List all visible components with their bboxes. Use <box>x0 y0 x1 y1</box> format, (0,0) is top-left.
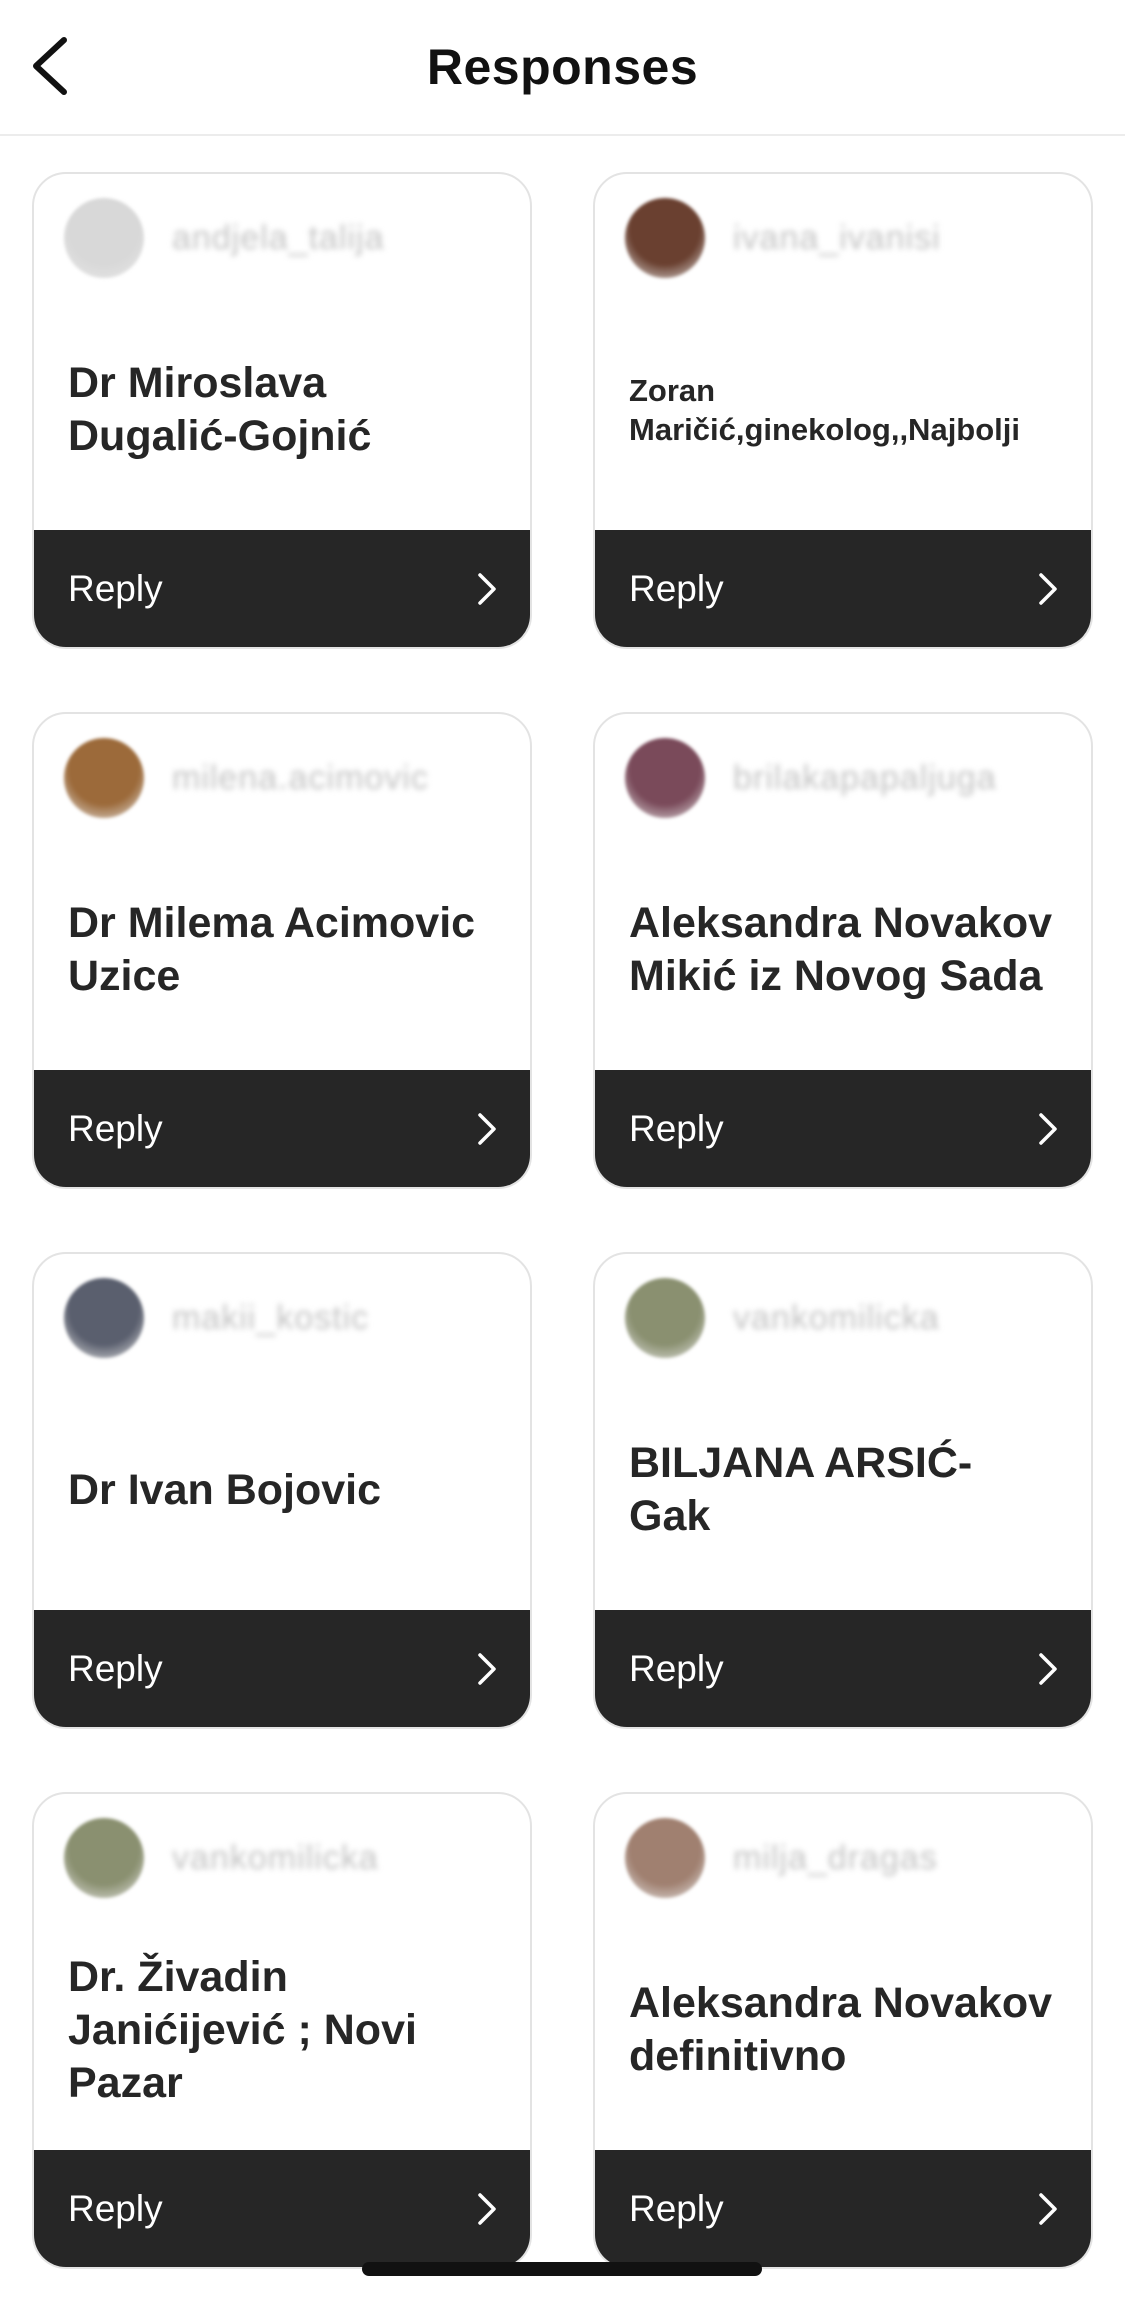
username[interactable]: vankomilicka <box>733 1299 940 1338</box>
reply-label: Reply <box>629 1107 724 1149</box>
avatar[interactable] <box>64 738 144 818</box>
avatar[interactable] <box>64 198 144 278</box>
response-author[interactable]: vankomilicka <box>625 1278 940 1358</box>
response-card[interactable]: brilakapapaljuga Aleksandra Novakov Mikić… <box>593 712 1093 1189</box>
username[interactable]: vankomilicka <box>172 1839 379 1878</box>
reply-label: Reply <box>629 1647 724 1689</box>
chevron-right-icon <box>476 571 498 607</box>
response-text-content: BILJANA ARSIĆ- Gak <box>629 1439 973 1540</box>
reply-label: Reply <box>629 2187 724 2229</box>
chevron-right-icon <box>476 2191 498 2227</box>
chevron-right-icon <box>1037 571 1059 607</box>
reply-button[interactable]: Reply <box>595 530 1091 647</box>
avatar[interactable] <box>64 1278 144 1358</box>
response-text-content: Dr Milema Acimovic Uzice <box>68 899 476 1000</box>
response-text-content: Dr Miroslava Dugalić-Gojnić <box>68 359 372 460</box>
chevron-right-icon <box>476 1111 498 1147</box>
responses-grid: andjela_talija Dr Miroslava Dugalić-Gojni… <box>32 172 1093 2269</box>
response-text: Dr. Živadin Janićijević ; Novi Pazar <box>68 1912 502 2148</box>
response-author[interactable]: ivana_ivanisi <box>625 198 941 278</box>
reply-button[interactable]: Reply <box>595 1610 1091 1727</box>
username[interactable]: ivana_ivanisi <box>733 219 941 258</box>
chevron-right-icon <box>1037 1651 1059 1687</box>
reply-button[interactable]: Reply <box>34 530 530 647</box>
response-author[interactable]: milja_dragas <box>625 1818 938 1898</box>
response-text-content: Dr. Živadin Janićijević ; Novi Pazar <box>68 1952 417 2107</box>
header: Responses <box>0 0 1125 136</box>
response-author[interactable]: brilakapapaljuga <box>625 738 997 818</box>
response-card[interactable]: milena.acimovic Dr Milema Acimovic Uzice R… <box>32 712 532 1189</box>
reply-button[interactable]: Reply <box>34 1610 530 1727</box>
response-card[interactable]: ivana_ivanisi Zoran Maričić,ginekolog,,Na… <box>593 172 1093 649</box>
response-text-content: Aleksandra Novakov Mikić iz Novog Sada <box>629 899 1053 1000</box>
avatar[interactable] <box>625 738 705 818</box>
avatar[interactable] <box>625 198 705 278</box>
username[interactable]: brilakapapaljuga <box>733 759 997 798</box>
avatar[interactable] <box>625 1278 705 1358</box>
response-text: Dr Miroslava Dugalić-Gojnić <box>68 292 502 528</box>
reply-label: Reply <box>68 2187 163 2229</box>
chevron-right-icon <box>476 1651 498 1687</box>
reply-label: Reply <box>68 1647 163 1689</box>
reply-label: Reply <box>68 1107 163 1149</box>
response-text: Dr Milema Acimovic Uzice <box>68 832 502 1068</box>
response-text: BILJANA ARSIĆ- Gak <box>629 1372 1063 1608</box>
response-author[interactable]: makii_kostic <box>64 1278 369 1358</box>
response-text: Zoran Maričić,ginekolog,,Najbolji <box>629 292 1063 528</box>
response-author[interactable]: andjela_talija <box>64 198 385 278</box>
response-author[interactable]: milena.acimovic <box>64 738 429 818</box>
avatar[interactable] <box>64 1818 144 1898</box>
username[interactable]: milena.acimovic <box>172 759 429 798</box>
response-text-content: Aleksandra Novakov definitivno <box>629 1979 1053 2080</box>
response-text-content: Zoran Maričić,ginekolog,,Najbolji <box>629 373 1021 447</box>
response-text: Dr Ivan Bojovic <box>68 1372 502 1608</box>
response-card[interactable]: makii_kostic Dr Ivan Bojovic Reply <box>32 1252 532 1729</box>
avatar[interactable] <box>625 1818 705 1898</box>
reply-button[interactable]: Reply <box>34 1070 530 1187</box>
reply-label: Reply <box>629 567 724 609</box>
response-card[interactable]: vankomilicka Dr. Živadin Janićijević ; No… <box>32 1792 532 2269</box>
chevron-right-icon <box>1037 2191 1059 2227</box>
reply-label: Reply <box>68 567 163 609</box>
page-title: Responses <box>426 39 699 95</box>
reply-button[interactable]: Reply <box>595 2150 1091 2267</box>
home-indicator <box>362 2262 762 2276</box>
response-card[interactable]: andjela_talija Dr Miroslava Dugalić-Gojni… <box>32 172 532 649</box>
username[interactable]: andjela_talija <box>172 219 385 258</box>
reply-button[interactable]: Reply <box>595 1070 1091 1187</box>
response-card[interactable]: milja_dragas Aleksandra Novakov definitiv… <box>593 1792 1093 2269</box>
username[interactable]: makii_kostic <box>172 1299 369 1338</box>
response-text-content: Dr Ivan Bojovic <box>68 1465 382 1514</box>
chevron-right-icon <box>1037 1111 1059 1147</box>
username[interactable]: milja_dragas <box>733 1839 938 1878</box>
response-card[interactable]: vankomilicka BILJANA ARSIĆ- Gak Reply <box>593 1252 1093 1729</box>
reply-button[interactable]: Reply <box>34 2150 530 2267</box>
response-text: Aleksandra Novakov definitivno <box>629 1912 1063 2148</box>
response-text: Aleksandra Novakov Mikić iz Novog Sada <box>629 832 1063 1068</box>
response-author[interactable]: vankomilicka <box>64 1818 379 1898</box>
